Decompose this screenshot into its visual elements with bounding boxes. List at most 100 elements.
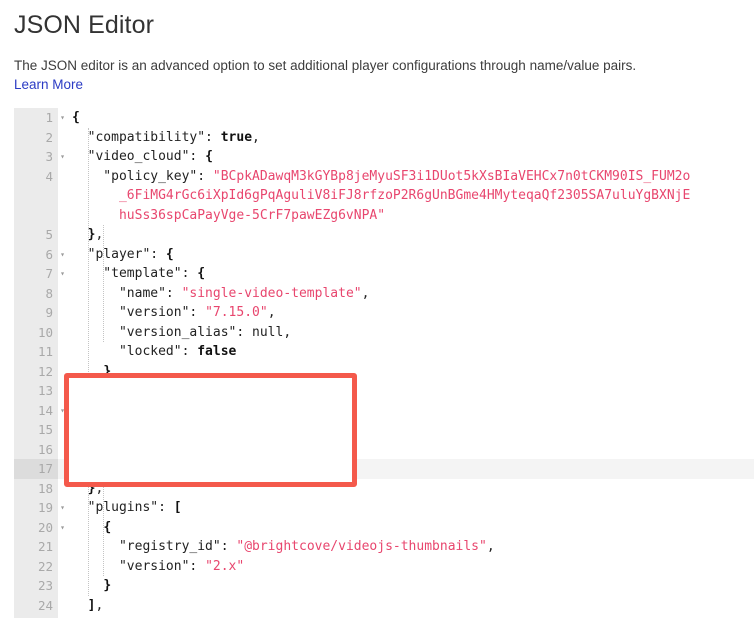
code-text[interactable]: "registry_id": "@brightcove/videojs-thum… <box>58 537 754 557</box>
code-line[interactable]: 2 "compatibility": true, <box>14 128 754 148</box>
code-token: , <box>361 285 370 301</box>
code-lines[interactable]: 1 ▾{2 "compatibility": true, 3 ▾ "video_clo… <box>14 108 754 618</box>
indent-guide <box>103 225 105 342</box>
code-text[interactable]: { <box>58 518 754 538</box>
code-token: false <box>197 344 237 359</box>
code-text[interactable]: } <box>58 576 754 596</box>
code-line[interactable]: 8 "name": "single-video-template", <box>14 284 754 304</box>
line-number: 22 <box>37 558 53 574</box>
code-line[interactable]: 23 } <box>14 576 754 596</box>
code-text[interactable]: "site": "siteXYZ" <box>58 459 754 479</box>
code-line[interactable]: 12 } <box>14 362 754 382</box>
line-number: 18 <box>37 480 53 496</box>
code-token: , <box>283 324 292 340</box>
code-text[interactable]: _6FiMG4rGc6iXpId6gPqAguliV8iFJ8rfzoP2R6g… <box>58 186 754 206</box>
code-token: "BCpkADawqM3kGYBp8jeMyuSF3i1DUot5kXsBIaV… <box>212 168 691 184</box>
code-text[interactable]: }, <box>58 479 754 499</box>
code-line[interactable]: 17 "site": "siteXYZ" <box>14 459 754 479</box>
code-text[interactable]: "name": "single-video-template", <box>58 284 754 304</box>
code-token: true <box>220 129 253 145</box>
code-line[interactable]: 1 ▾ { <box>14 108 754 128</box>
line-number: 9 <box>45 305 53 320</box>
code-text[interactable]: "player": { <box>58 245 754 265</box>
code-line[interactable]: 14 ▾ "viewer_id_source": { <box>14 401 754 421</box>
indent-guide <box>103 478 105 576</box>
code-text[interactable]: "policy_key": "BCpkADawqM3kGYBp8jeMyuSF3… <box>58 167 754 187</box>
code-text[interactable]: "compatibility": true, <box>58 128 754 148</box>
code-text[interactable]: "version": "7.15.0", <box>58 303 754 323</box>
code-text[interactable]: }, <box>58 381 754 401</box>
code-line[interactable]: 11 "locked": false <box>14 342 754 362</box>
line-number: 13 <box>37 383 53 398</box>
code-token: , <box>95 227 104 242</box>
code-text[interactable]: "locked": false <box>58 342 754 362</box>
json-editor[interactable]: 1 ▾{2 "compatibility": true, 3 ▾ "video_clo… <box>14 108 754 618</box>
code-text[interactable]: { <box>58 108 754 128</box>
code-line[interactable]: 22 "version": "2.x" <box>14 557 754 577</box>
code-line[interactable]: 15 "source": "eloqua", <box>14 420 754 440</box>
code-text[interactable]: "video_cloud": { <box>58 147 754 167</box>
code-text[interactable]: "source": "eloqua", <box>58 420 754 440</box>
code-token: { <box>165 246 174 262</box>
code-text[interactable]: "version_alias": null, <box>58 323 754 343</box>
code-line[interactable]: 5 }, <box>14 225 754 245</box>
code-text[interactable]: "template": { <box>58 264 754 284</box>
code-token: } <box>103 578 112 593</box>
code-text[interactable]: huSs36spCaPayVge-5CrF7pawEZg6vNPA" <box>58 206 754 226</box>
code-text[interactable]: "viewer_id_source": { <box>58 401 754 421</box>
line-number: 8 <box>45 285 53 301</box>
line-number: 10 <box>37 324 53 340</box>
code-editor-surface[interactable]: 1 ▾{2 "compatibility": true, 3 ▾ "video_clo… <box>14 108 754 618</box>
code-line[interactable]: 3 ▾ "video_cloud": { <box>14 147 754 167</box>
code-line[interactable]: 20 ▾ { <box>14 518 754 538</box>
code-line[interactable]: 24 ], <box>14 596 754 616</box>
code-token: , <box>244 422 253 437</box>
code-text[interactable]: }, <box>58 225 754 245</box>
line-number: 12 <box>37 363 53 379</box>
line-number: 21 <box>37 539 53 554</box>
code-line[interactable]: _6FiMG4rGc6iXpId6gPqAguliV8iFJ8rfzoP2R6g… <box>14 186 754 206</box>
code-line[interactable]: 16 "endpoint": "endpointXYZ", <box>14 440 754 460</box>
code-token: "locked": <box>72 344 198 359</box>
line-number: 2 <box>45 129 53 145</box>
code-token: "template": <box>72 266 198 281</box>
line-number: 3 ▾ <box>14 147 64 167</box>
code-line[interactable]: huSs36spCaPayVge-5CrF7pawEZg6vNPA" <box>14 206 754 226</box>
page-description: The JSON editor is an advanced option to… <box>14 58 637 73</box>
code-line[interactable]: 10 "version_alias": null, <box>14 323 754 343</box>
learn-more-link[interactable]: Learn More <box>0 75 97 94</box>
line-number: 17 <box>14 459 58 479</box>
code-line[interactable]: 18 }, <box>14 479 754 499</box>
code-token: "2.x" <box>205 558 245 574</box>
line-number: 19 ▾ <box>14 498 65 518</box>
code-token: "policy_key": <box>72 168 213 184</box>
code-token: , <box>486 539 495 554</box>
line-number: 4 <box>45 168 53 184</box>
code-line[interactable]: 4 "policy_key": "BCpkADawqM3kGYBp8jeMyuS… <box>14 167 754 187</box>
code-line[interactable]: 13 }, <box>14 381 754 401</box>
code-text[interactable]: "version": "2.x" <box>58 557 754 577</box>
code-token: [ <box>173 500 182 515</box>
code-line[interactable]: 19 ▾ "plugins": [ <box>14 498 754 518</box>
code-token: "viewer_id_source": <box>72 402 245 418</box>
code-token: "site": <box>72 461 166 476</box>
code-line[interactable]: 9 "version": "7.15.0", <box>14 303 754 323</box>
code-line[interactable]: 7 ▾ "template": { <box>14 264 754 284</box>
code-text[interactable]: "plugins": [ <box>58 498 754 518</box>
code-text[interactable]: } <box>58 362 754 382</box>
code-token: { <box>103 519 112 535</box>
code-token: { <box>244 402 253 418</box>
code-token: , <box>95 480 104 496</box>
code-token: "7.15.0" <box>205 305 268 320</box>
code-text[interactable]: "endpoint": "endpointXYZ", <box>58 440 754 460</box>
code-line[interactable]: 21 "registry_id": "@brightcove/videojs-t… <box>14 537 754 557</box>
code-token: "@brightcove/videojs-thumbnails" <box>236 539 487 554</box>
code-text[interactable]: ], <box>58 596 754 616</box>
code-token: huSs36spCaPayVge-5CrF7pawEZg6vNPA" <box>72 207 386 223</box>
line-number: 14 ▾ <box>14 401 65 421</box>
code-line[interactable]: 6 ▾ "player": { <box>14 245 754 265</box>
code-token: "siteXYZ" <box>165 461 237 476</box>
